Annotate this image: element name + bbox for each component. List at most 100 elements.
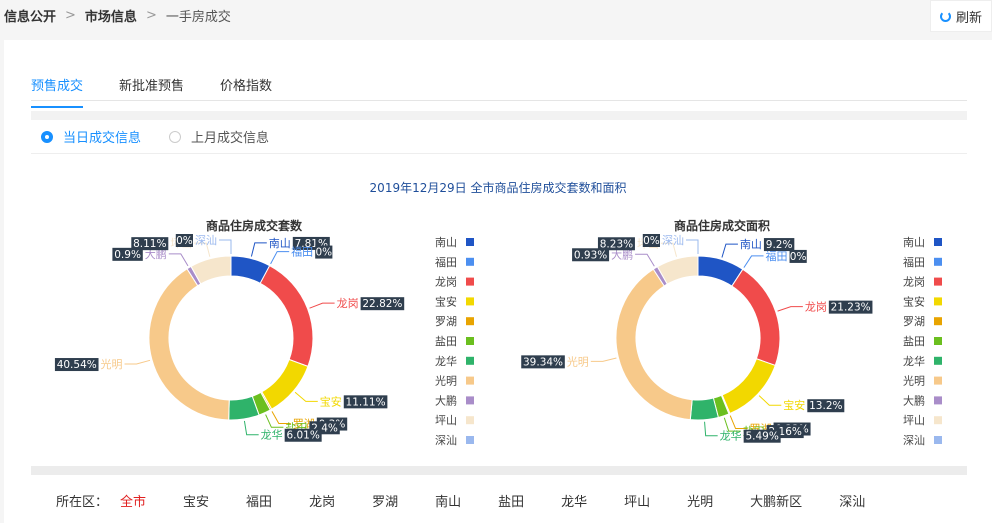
legend-label-0-2[interactable]: 龙岗 [435,276,457,289]
district-option-9[interactable]: 光明 [687,491,713,510]
label-value-1-10: 0% [643,235,660,247]
label-name-1-1: 福田 [766,249,788,263]
legend-label-0-1[interactable]: 福田 [435,255,457,269]
district-option-4[interactable]: 罗湖 [372,491,398,510]
district-option-2[interactable]: 福田 [246,491,272,510]
label-name-1-6: 龙华 [720,429,742,443]
legend-label-0-4[interactable]: 罗湖 [435,315,457,328]
label-line-1-1 [743,255,764,268]
breadcrumb: 信息公开 > 市场信息 > 一手房成交 [4,6,231,25]
legend-swatch-0-1 [466,257,474,266]
legend-label-1-9[interactable]: 坪山 [903,414,925,427]
legend-swatch-1-7 [934,376,942,385]
label-value-1-7: 39.34% [523,356,563,368]
chart-title-1: 商品住房成交面积 [674,218,770,233]
legend-swatch-0-10 [466,436,474,444]
legend-label-0-8[interactable]: 大鹏 [435,393,457,407]
legend-swatch-1-3 [934,297,942,306]
legend-label-1-8[interactable]: 大鹏 [903,393,925,407]
label-line-1-6 [704,421,718,437]
label-name-0-7: 光明 [101,357,123,371]
legend-swatch-1-1 [934,257,942,266]
legend-label-0-0[interactable]: 南山 [435,236,457,249]
label-value-0-3: 11.11% [346,396,386,408]
district-option-10[interactable]: 大鹏新区 [750,491,802,510]
legend-swatch-0-9 [466,416,474,425]
legend-label-0-5[interactable]: 盐田 [435,335,457,348]
label-name-1-7: 光明 [567,354,589,368]
legend-swatch-1-0 [934,238,942,246]
legend-swatch-1-8 [934,396,942,405]
label-name-1-2: 龙岗 [805,301,827,314]
top-bar: 信息公开 > 市场信息 > 一手房成交 刷新 [0,0,992,38]
breadcrumb-item-market[interactable]: 市场信息 [85,6,137,25]
slice-0-3[interactable] [261,358,309,410]
district-option-7[interactable]: 龙华 [561,491,587,510]
slice-1-6[interactable] [689,397,719,421]
label-name-0-0: 南山 [269,237,291,250]
legend-swatch-0-2 [466,277,474,286]
legend-label-1-5[interactable]: 盐田 [903,335,925,348]
legend-label-0-3[interactable]: 宝安 [435,294,457,308]
slice-1-2[interactable] [731,268,781,367]
district-option-0[interactable]: 全市 [120,491,146,510]
label-line-0-3 [294,391,318,402]
legend-label-0-10[interactable]: 深汕 [435,434,457,447]
legend-label-1-10[interactable]: 深汕 [903,434,925,447]
district-filter: 所在区： 全市 宝安 福田 龙岗 罗湖 南山 盐田 龙华 坪山 光明 大鹏新区 深汕 [56,491,902,510]
legend-label-1-6[interactable]: 龙华 [903,354,925,368]
district-option-1[interactable]: 宝安 [183,491,209,510]
label-name-0-3: 宝安 [320,394,342,408]
legend-swatch-0-3 [466,297,474,306]
district-option-3[interactable]: 龙岗 [309,491,335,510]
label-line-0-7 [124,359,151,365]
legend-label-0-7[interactable]: 光明 [435,374,457,388]
district-label: 所在区： [56,495,109,510]
slice-0-7[interactable] [148,268,230,421]
label-value-1-6: 5.49% [745,431,778,443]
chart-title-0: 商品住房成交套数 [206,218,303,233]
label-line-1-7 [590,357,617,362]
legend-label-1-1[interactable]: 福田 [903,255,925,269]
slice-1-3[interactable] [721,358,776,415]
legend-swatch-0-6 [466,356,474,365]
breadcrumb-separator-icon: > [65,8,76,23]
legend-label-1-2[interactable]: 龙岗 [903,276,925,289]
label-name-0-10: 深汕 [195,234,217,247]
district-option-5[interactable]: 南山 [435,491,461,510]
legend-label-0-6[interactable]: 龙华 [435,354,457,368]
label-value-0-10: 0% [176,235,193,247]
legend-label-1-3[interactable]: 宝安 [903,294,925,308]
legend-label-1-4[interactable]: 罗湖 [903,315,925,328]
label-value-1-8: 0.93% [574,249,607,261]
label-value-0-8: 0.9% [114,249,141,261]
label-value-0-9: 8.11% [133,238,166,250]
legend-label-1-7[interactable]: 光明 [903,374,925,388]
donut-chart-0: 商品住房成交套数南山7.81%福田0%龙岗22.82%宝安11.11%罗湖0.3… [54,218,474,447]
legend-swatch-1-6 [934,356,942,365]
bottom-divider [31,466,967,475]
legend-swatch-0-8 [466,396,474,405]
label-value-1-9: 8.23% [600,238,633,250]
district-option-6[interactable]: 盐田 [498,491,524,510]
label-line-1-3 [758,395,782,406]
breadcrumb-separator-icon: > [145,8,157,23]
label-value-0-2: 22.82% [362,298,402,310]
breadcrumb-item-info[interactable]: 信息公开 [4,6,56,25]
label-name-0-1: 福田 [291,245,313,259]
label-value-1-2: 21.23% [831,302,871,314]
label-value-1-3: 13.2% [809,400,842,412]
refresh-button[interactable]: 刷新 [930,0,992,32]
label-value-1-1: 0% [790,251,807,263]
district-option-11[interactable]: 深汕 [839,491,865,510]
breadcrumb-item-current: 一手房成交 [165,10,231,25]
legend-label-0-9[interactable]: 坪山 [435,414,457,427]
slice-0-2[interactable] [259,264,314,368]
slice-1-7[interactable] [615,268,693,421]
label-line-0-1 [270,251,290,265]
label-line-1-0 [721,243,738,258]
legend-label-1-0[interactable]: 南山 [903,236,925,249]
district-option-8[interactable]: 坪山 [624,491,650,510]
label-name-1-10: 深汕 [662,234,684,247]
donut-charts: 商品住房成交套数南山7.81%福田0%龙岗22.82%宝安11.11%罗湖0.3… [54,218,942,447]
